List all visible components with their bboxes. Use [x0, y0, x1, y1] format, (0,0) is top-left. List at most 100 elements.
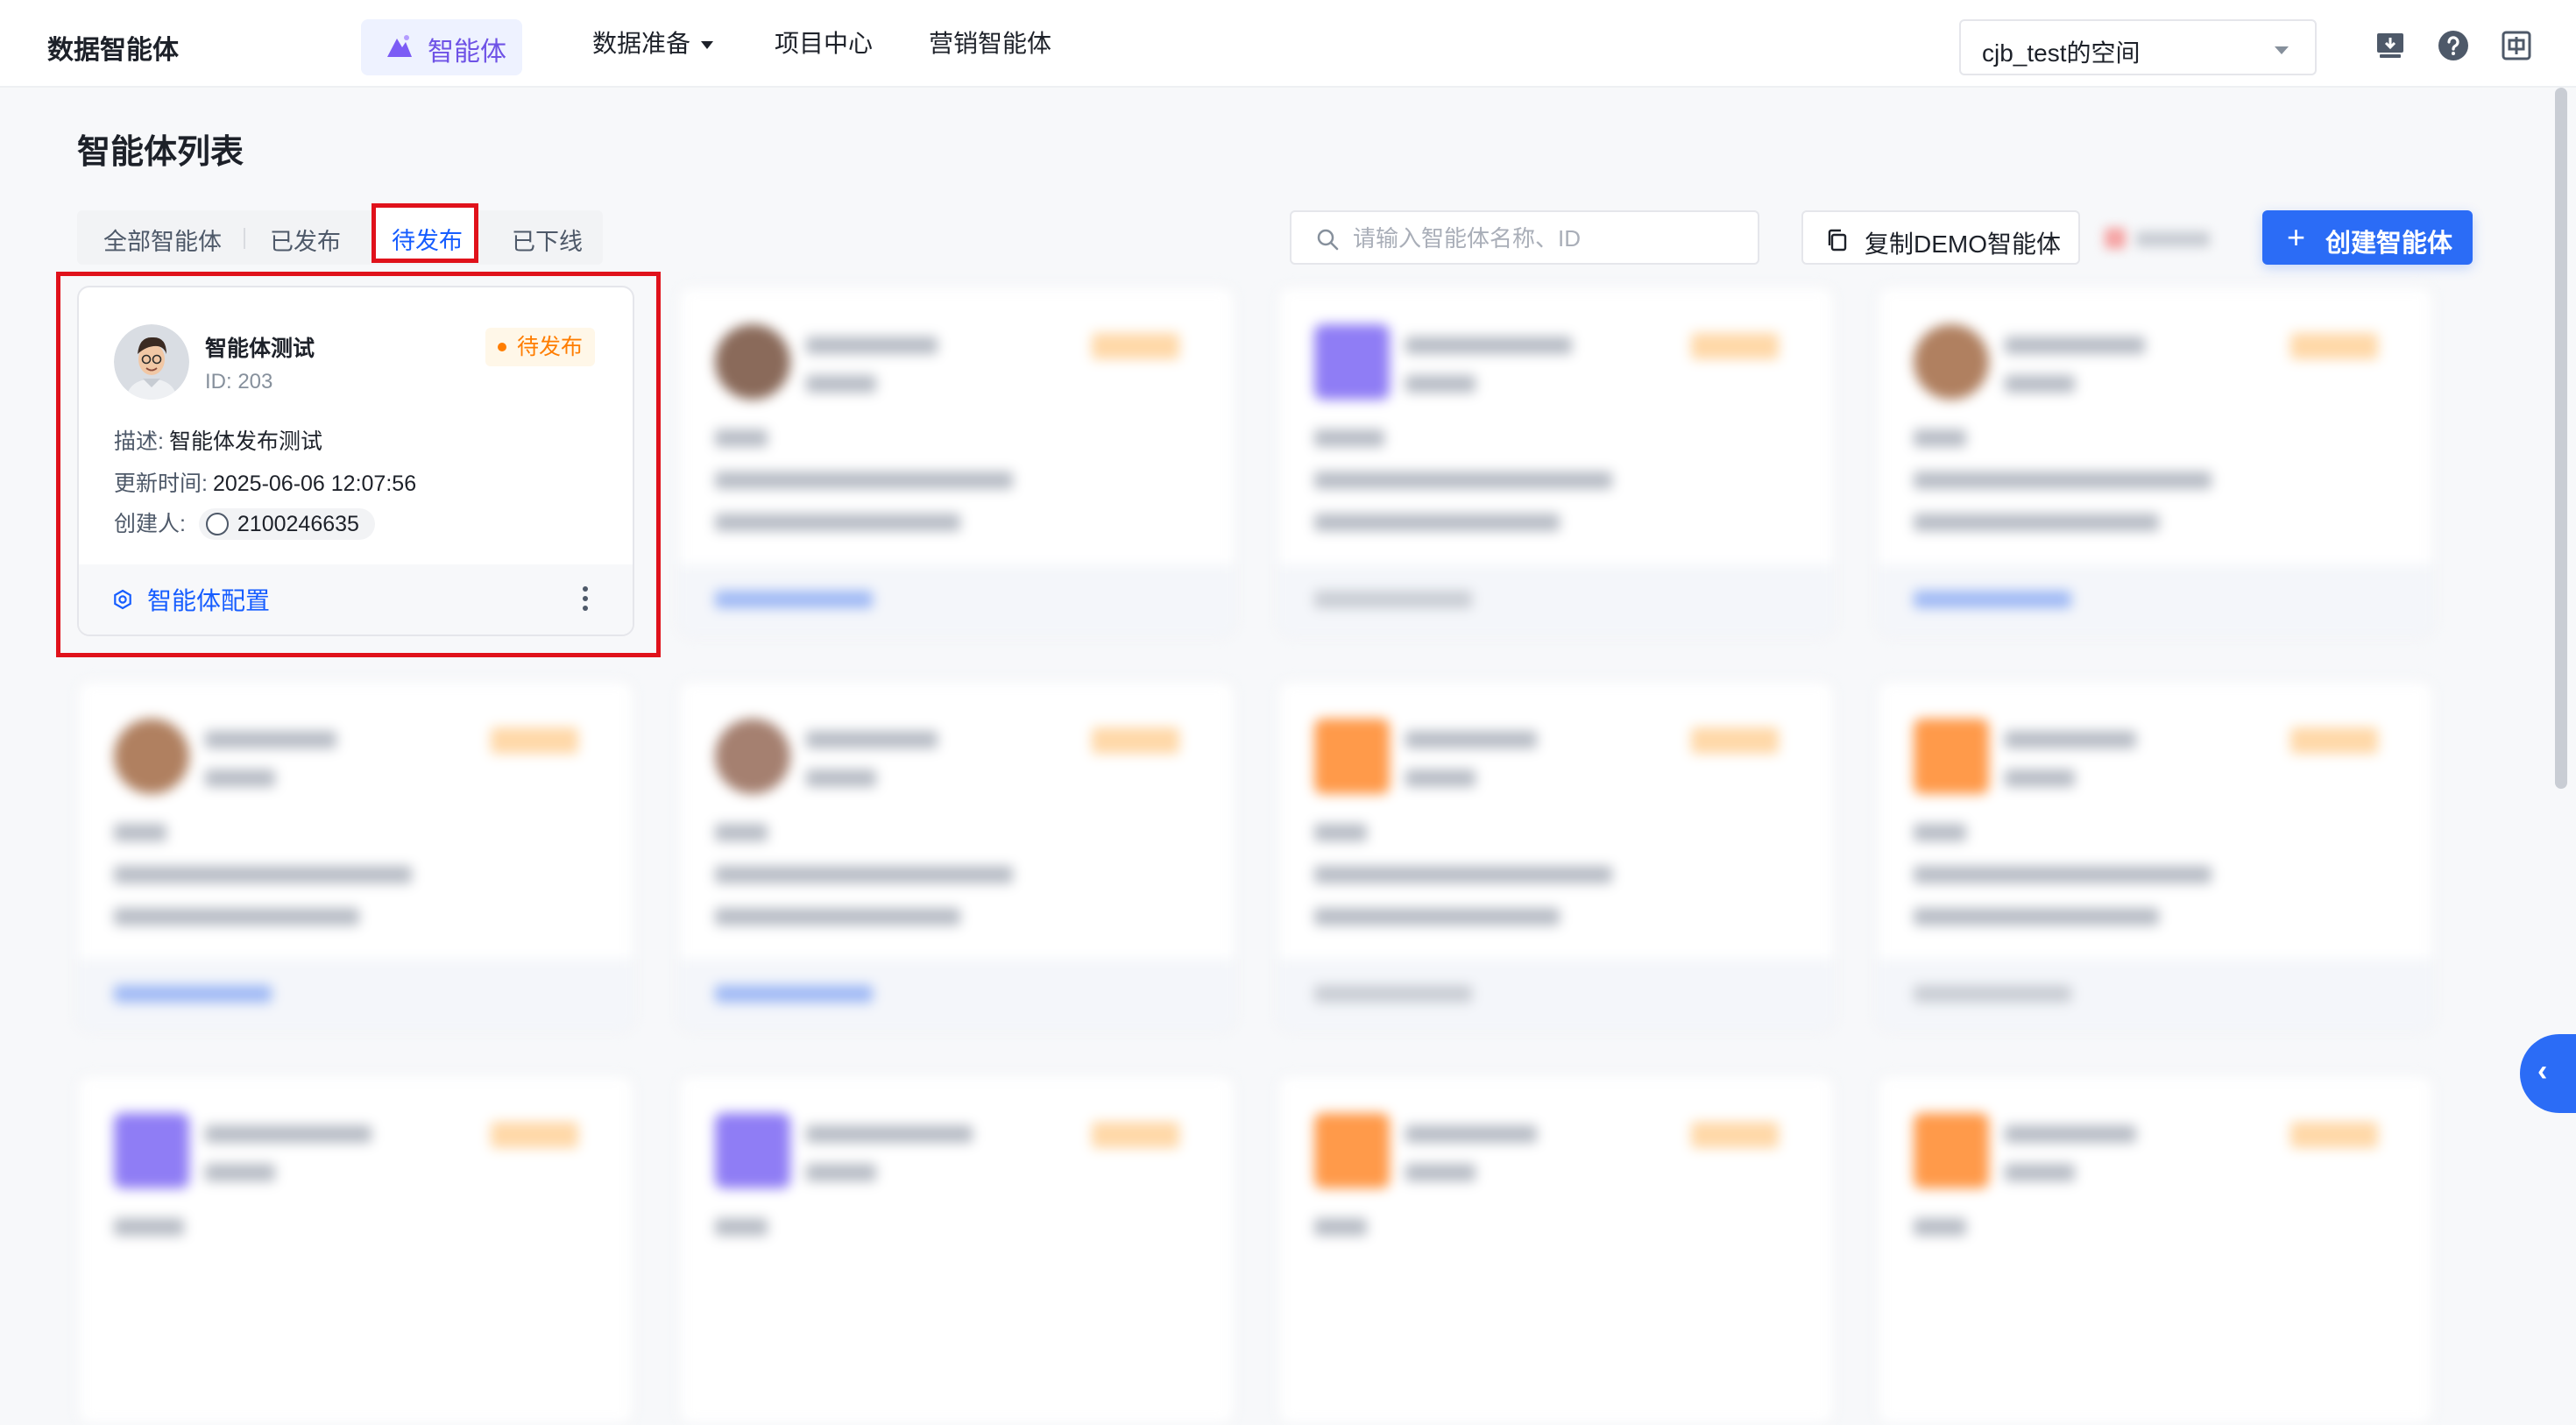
blurred-text — [1914, 471, 2212, 489]
agent-mountain-icon — [387, 35, 412, 57]
blurred-badge — [2290, 1122, 2378, 1148]
blurred-text — [715, 1218, 768, 1236]
blurred-agent-card[interactable] — [1277, 1074, 1835, 1425]
blurred-badge — [1691, 1122, 1779, 1148]
space-select-value: cjb_test的空间 — [1982, 39, 2141, 67]
blurred-text — [205, 731, 336, 748]
search-icon — [1317, 229, 1339, 251]
tab-offline[interactable]: 已下线 — [512, 223, 583, 257]
blurred-text — [1314, 471, 1612, 489]
blurred-text — [806, 337, 938, 354]
blurred-text — [1314, 514, 1560, 531]
space-select[interactable]: cjb_test的空间 — [1959, 19, 2317, 75]
nav-item-agents[interactable]: 智能体 — [361, 19, 522, 75]
blurred-agent-card[interactable] — [77, 1074, 634, 1425]
obscured-icon — [2105, 228, 2126, 249]
nav-item-marketing[interactable]: 营销智能体 — [929, 26, 1051, 61]
blurred-badge — [491, 1122, 578, 1148]
chevron-left-icon: ‹ — [2537, 1054, 2548, 1088]
blurred-agent-card[interactable] — [1877, 1074, 2434, 1425]
blurred-avatar — [1914, 324, 1989, 400]
blurred-text — [1314, 908, 1560, 925]
blurred-text — [715, 866, 1013, 883]
side-panel-toggle[interactable]: ‹ — [2520, 1034, 2576, 1113]
blurred-text — [2005, 337, 2145, 354]
blurred-text — [1914, 429, 1966, 447]
blurred-text — [114, 908, 359, 925]
blurred-text — [2005, 769, 2075, 787]
blurred-text — [1314, 429, 1384, 447]
chevron-down-icon — [701, 41, 714, 50]
blurred-text — [114, 1218, 184, 1236]
blurred-text — [715, 429, 768, 447]
blurred-text — [1914, 1218, 1966, 1236]
blurred-link — [715, 591, 873, 608]
tab-published[interactable]: 已发布 — [270, 223, 341, 257]
blurred-agent-card[interactable] — [678, 1074, 1235, 1425]
brand-title: 数据智能体 — [47, 36, 179, 65]
blurred-text — [715, 824, 768, 841]
obscured-button[interactable] — [2098, 214, 2220, 263]
blurred-agent-card[interactable] — [1877, 286, 2434, 636]
blurred-text — [1405, 769, 1476, 787]
blurred-text — [205, 1125, 372, 1143]
blurred-text — [715, 514, 960, 531]
tab-pending[interactable]: 待发布 — [372, 203, 478, 263]
blurred-text — [1405, 1164, 1476, 1181]
tab-all[interactable]: 全部智能体 — [103, 223, 222, 257]
copy-icon — [1828, 229, 1847, 252]
copy-demo-button[interactable]: 复制DEMO智能体 — [1801, 210, 2080, 265]
blurred-text — [205, 1164, 275, 1181]
create-agent-label: 创建智能体 — [2325, 230, 2453, 258]
blurred-text — [205, 769, 275, 787]
blurred-agent-card[interactable] — [77, 680, 634, 1031]
blurred-avatar — [1314, 1113, 1390, 1188]
blurred-text — [1405, 337, 1572, 354]
blurred-text — [1405, 731, 1537, 748]
blurred-text — [806, 1125, 973, 1143]
blurred-badge — [1092, 1122, 1179, 1148]
plus-icon: + — [2287, 219, 2306, 255]
blurred-text — [806, 769, 876, 787]
blurred-text — [1314, 824, 1367, 841]
help-icon[interactable] — [2438, 30, 2469, 61]
blurred-text — [806, 1164, 876, 1181]
tab-pending-label: 待发布 — [392, 228, 463, 254]
nav-item-data-prep[interactable]: 数据准备 — [592, 26, 714, 61]
blurred-avatar — [1914, 719, 1989, 794]
blurred-text — [1405, 1125, 1537, 1143]
blurred-link — [1314, 591, 1472, 608]
search-input[interactable] — [1353, 221, 1738, 256]
status-tabs: 全部智能体 已发布 已下线 — [77, 210, 603, 265]
blurred-agent-card[interactable] — [678, 286, 1235, 636]
blurred-link — [715, 985, 873, 1003]
blurred-agent-card[interactable] — [1277, 286, 1835, 636]
blurred-link — [1314, 985, 1472, 1003]
blurred-avatar — [715, 324, 790, 400]
blurred-text — [1314, 1218, 1367, 1236]
chevron-down-icon — [2275, 46, 2289, 54]
blurred-text — [1314, 866, 1612, 883]
blurred-text — [715, 471, 1013, 489]
nav-item-projects[interactable]: 项目中心 — [775, 26, 873, 61]
blurred-text — [2005, 1164, 2075, 1181]
language-switch-icon[interactable] — [2501, 30, 2532, 61]
blurred-agent-card[interactable] — [1277, 680, 1835, 1031]
blurred-text — [806, 731, 938, 748]
blurred-text — [114, 824, 166, 841]
create-agent-button[interactable]: + 创建智能体 — [2262, 210, 2473, 265]
top-navigation-bar: 数据智能体 智能体 数据准备 项目中心 营销智能体 cjb_test的空间 — [0, 0, 2576, 88]
blurred-agent-card[interactable] — [678, 680, 1235, 1031]
blurred-text — [1405, 375, 1476, 393]
highlight-box — [56, 272, 661, 657]
blurred-agent-card[interactable] — [1877, 680, 2434, 1031]
blurred-badge — [2290, 727, 2378, 754]
page-scrollbar[interactable] — [2555, 88, 2567, 789]
page-title: 智能体列表 — [77, 134, 244, 171]
blurred-avatar — [1314, 324, 1390, 400]
monitor-download-icon[interactable] — [2374, 30, 2406, 61]
blurred-link — [1914, 591, 2071, 608]
blurred-badge — [1092, 333, 1179, 359]
blurred-avatar — [1314, 719, 1390, 794]
blurred-text — [2005, 1125, 2136, 1143]
